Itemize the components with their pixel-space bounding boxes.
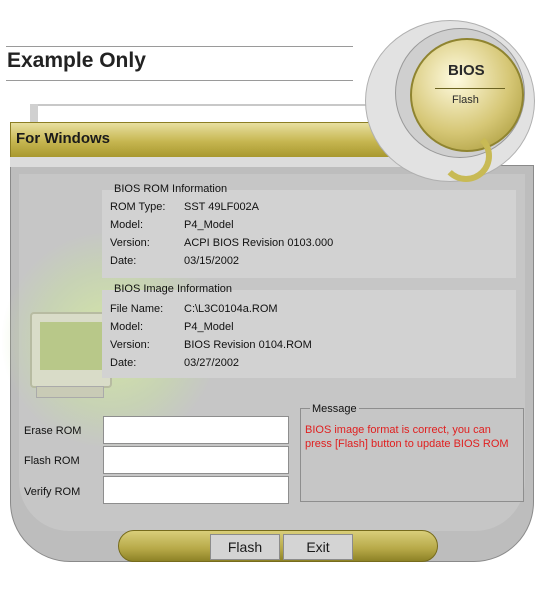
image-version-value: BIOS Revision 0104.ROM — [184, 339, 312, 351]
rom-version-value: ACPI BIOS Revision 0103.000 — [184, 237, 334, 249]
header-rule-top — [6, 46, 353, 47]
flash-rom-progress — [103, 446, 289, 474]
banner-label: For Windows — [16, 130, 111, 147]
rom-date-value: 03/15/2002 — [184, 255, 240, 267]
banner-shadow — [10, 157, 450, 167]
image-info-row: Model: P4_Model — [110, 321, 234, 333]
rom-type-label: ROM Type: — [110, 201, 166, 213]
frame-outline — [30, 104, 394, 120]
rom-info-row: ROM Type: SST 49LF002A — [110, 201, 259, 213]
image-model-value: P4_Model — [184, 321, 234, 333]
logo-title: BIOS — [448, 62, 485, 79]
rom-model-value: P4_Model — [184, 219, 234, 231]
file-name-value: C:\L3C0104a.ROM — [184, 303, 278, 315]
logo-divider — [435, 88, 505, 89]
verify-rom-label: Verify ROM — [24, 486, 81, 498]
verify-rom-progress — [103, 476, 289, 504]
flash-rom-label: Flash ROM — [24, 455, 80, 467]
rom-date-label: Date: — [110, 255, 137, 267]
image-version-label: Version: — [110, 339, 150, 351]
header-rule-bottom — [6, 80, 353, 81]
rom-info-row: Date: 03/15/2002 — [110, 255, 239, 267]
image-date-value: 03/27/2002 — [184, 357, 240, 369]
logo-swoosh-icon — [440, 130, 492, 182]
image-date-label: Date: — [110, 357, 137, 369]
page-title: Example Only — [7, 49, 146, 72]
monitor-base — [36, 386, 104, 398]
exit-button[interactable]: Exit — [283, 534, 353, 560]
image-info-row: File Name: C:\L3C0104a.ROM — [110, 303, 278, 315]
image-model-label: Model: — [110, 321, 144, 333]
rom-info-title: BIOS ROM Information — [114, 183, 228, 195]
flash-button[interactable]: Flash — [210, 534, 280, 560]
logo-subtitle: Flash — [452, 94, 479, 106]
image-info-row: Date: 03/27/2002 — [110, 357, 239, 369]
rom-info-row: Model: P4_Model — [110, 219, 234, 231]
erase-rom-label: Erase ROM — [24, 425, 82, 437]
message-text: BIOS image format is correct, you can pr… — [305, 424, 509, 450]
rom-version-label: Version: — [110, 237, 150, 249]
image-info-row: Version: BIOS Revision 0104.ROM — [110, 339, 312, 351]
rom-model-label: Model: — [110, 219, 144, 231]
image-info-title: BIOS Image Information — [114, 283, 232, 295]
monitor-screen — [40, 322, 102, 370]
rom-info-row: Version: ACPI BIOS Revision 0103.000 — [110, 237, 333, 249]
erase-rom-progress — [103, 416, 289, 444]
rom-type-value: SST 49LF002A — [184, 201, 260, 213]
file-name-label: File Name: — [110, 303, 164, 315]
computer-monitor-icon — [30, 312, 112, 388]
message-title: Message — [310, 403, 359, 415]
